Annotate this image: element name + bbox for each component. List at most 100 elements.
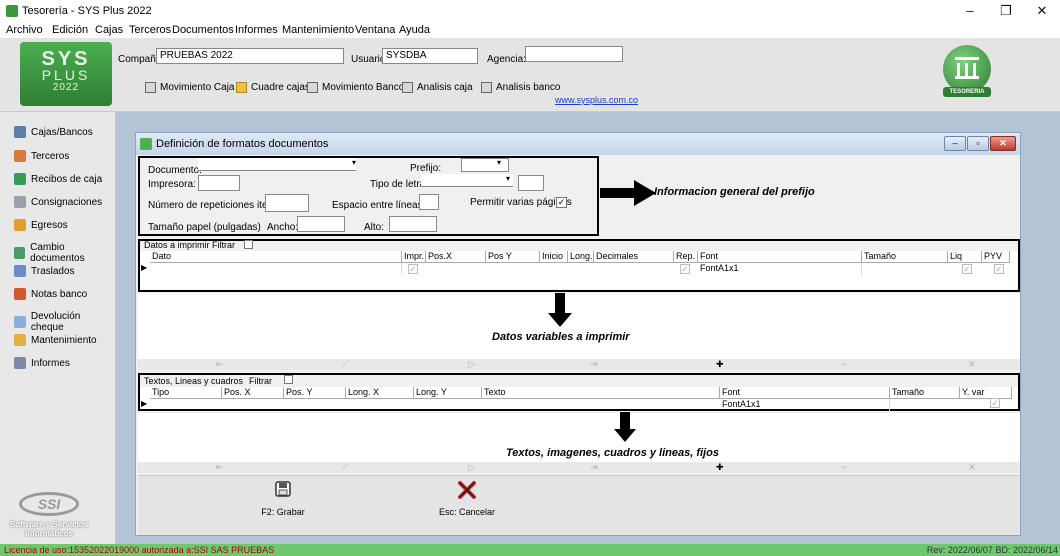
sidebar-item-notas-banco[interactable]: Notas banco bbox=[14, 288, 87, 300]
tipo-letra-select[interactable] bbox=[421, 174, 513, 187]
user-field[interactable]: SYSDBA bbox=[382, 48, 478, 64]
datos-row-dato[interactable] bbox=[150, 263, 402, 275]
formats-dialog: Definición de formatos documentos – ▫ ✕ … bbox=[135, 132, 1021, 536]
col-long-y: Long. Y bbox=[414, 387, 482, 399]
menu-archivo[interactable]: Archivo bbox=[6, 24, 43, 36]
nav-next-icon[interactable]: ▷ bbox=[468, 359, 475, 370]
dialog-close-button[interactable]: ✕ bbox=[990, 136, 1016, 151]
close-button[interactable]: ✕ bbox=[1024, 2, 1060, 20]
espacio-field[interactable] bbox=[419, 194, 439, 210]
menu-mantenimiento[interactable]: Mantenimiento bbox=[282, 24, 354, 36]
nav-last-icon[interactable]: ⇥ bbox=[590, 359, 598, 370]
menu-ayuda[interactable]: Ayuda bbox=[399, 24, 430, 36]
col-decimales: Decimales bbox=[594, 251, 674, 263]
nav-first-icon[interactable]: ⇤ bbox=[216, 462, 224, 473]
bank-icon bbox=[481, 82, 492, 93]
col-font: Font bbox=[698, 251, 862, 263]
arrow-down-icon bbox=[548, 293, 572, 327]
datos-row-liq-checkbox[interactable]: ✓ bbox=[962, 264, 972, 274]
font-size-field[interactable] bbox=[518, 175, 544, 191]
row-pointer-icon: ▶ bbox=[141, 263, 148, 272]
dialog-minimize-button[interactable]: – bbox=[944, 136, 966, 151]
repeticiones-field[interactable] bbox=[265, 194, 309, 212]
sidebar-item-mantenimiento[interactable]: Mantenimiento bbox=[14, 334, 97, 346]
prefijo-select[interactable] bbox=[461, 158, 509, 172]
dialog-title: Definición de formatos documentos bbox=[156, 138, 329, 150]
cash-icon bbox=[14, 126, 26, 138]
col-dato: Dato bbox=[150, 251, 402, 263]
datos-row-font[interactable]: FontA1x1 bbox=[698, 263, 862, 275]
transfer-icon bbox=[14, 265, 26, 277]
menu-terceros[interactable]: Terceros bbox=[129, 24, 171, 36]
datos-nav-strip: ⇤ ⟋ ▷ ⇥ ✚ ⌐ ✕ bbox=[138, 359, 1020, 370]
sidebar-item-egresos[interactable]: Egresos bbox=[14, 219, 68, 231]
annot-textos: Textos, imagenes, cuadros y lineas, fijo… bbox=[506, 447, 719, 459]
chevron-down-icon: ▾ bbox=[352, 158, 357, 167]
minimize-button[interactable]: – bbox=[952, 2, 988, 20]
sidebar-item-cambio-documentos[interactable]: Cambio documentos bbox=[14, 242, 115, 264]
textos-filter-checkbox[interactable] bbox=[284, 375, 293, 384]
nav-prev-icon[interactable]: ⟋ bbox=[342, 359, 348, 370]
chevron-down-icon: ▾ bbox=[497, 158, 502, 167]
dialog-restore-button[interactable]: ▫ bbox=[967, 136, 989, 151]
sidebar-item-terceros[interactable]: Terceros bbox=[14, 150, 69, 162]
nav-add-icon[interactable]: ✚ bbox=[716, 359, 724, 370]
datos-row-impr-checkbox[interactable]: ✓ bbox=[408, 264, 418, 274]
varias-paginas-checkbox[interactable]: ✓ bbox=[556, 197, 567, 208]
menu-edicion[interactable]: Edición bbox=[52, 24, 88, 36]
nav-delete-icon[interactable]: ✕ bbox=[968, 359, 976, 370]
datos-row-rep-checkbox[interactable]: ✓ bbox=[680, 264, 690, 274]
restore-button[interactable]: ❐ bbox=[988, 2, 1024, 20]
dialog-title-bar: Definición de formatos documentos – ▫ ✕ bbox=[136, 133, 1020, 155]
menu-bar: Archivo Edición Cajas Terceros Documento… bbox=[0, 22, 1060, 38]
nav-edit-icon[interactable]: ⌐ bbox=[842, 462, 847, 472]
nav-last-icon[interactable]: ⇥ bbox=[590, 462, 598, 473]
datos-filter-checkbox[interactable] bbox=[244, 240, 253, 249]
chevron-down-icon: ▾ bbox=[506, 174, 511, 183]
menu-cajas[interactable]: Cajas bbox=[95, 24, 123, 36]
menu-ventana[interactable]: Ventana bbox=[355, 24, 395, 36]
agency-field[interactable] bbox=[525, 46, 623, 62]
bank-icon bbox=[402, 82, 413, 93]
nav-delete-icon[interactable]: ✕ bbox=[968, 462, 976, 473]
sidebar-item-traslados[interactable]: Traslados bbox=[14, 265, 75, 277]
ancho-field[interactable] bbox=[297, 216, 345, 232]
alto-field[interactable] bbox=[389, 216, 437, 232]
datos-filter-label: Filtrar bbox=[212, 240, 235, 250]
printer-icon bbox=[14, 357, 26, 369]
website-link[interactable]: www.sysplus.com.co bbox=[555, 95, 638, 105]
sidebar-item-cajas-bancos[interactable]: Cajas/Bancos bbox=[14, 126, 93, 138]
cancel-button[interactable]: Esc: Cancelar bbox=[422, 480, 512, 517]
menu-documentos[interactable]: Documentos bbox=[172, 24, 234, 36]
col-tipo: Tipo bbox=[150, 387, 222, 399]
col-font: Font bbox=[720, 387, 890, 399]
analisis-banco-button[interactable]: Analisis banco bbox=[481, 82, 560, 93]
company-field[interactable]: PRUEBAS 2022 bbox=[156, 48, 344, 64]
menu-informes[interactable]: Informes bbox=[235, 24, 278, 36]
movimiento-banco-button[interactable]: Movimiento Banco bbox=[307, 82, 404, 93]
sidebar-item-informes[interactable]: Informes bbox=[14, 357, 70, 369]
textos-row-yvar-checkbox[interactable]: ✓ bbox=[990, 398, 1000, 408]
nav-next-icon[interactable]: ▷ bbox=[468, 462, 475, 473]
sidebar-item-recibos[interactable]: Recibos de caja bbox=[14, 173, 102, 185]
sidebar-item-consignaciones[interactable]: Consignaciones bbox=[14, 196, 102, 208]
save-button[interactable]: F2: Grabar bbox=[238, 480, 328, 517]
sidebar-item-devolucion-cheque[interactable]: Devolución cheque bbox=[14, 311, 115, 333]
receipt-icon bbox=[14, 173, 26, 185]
cuadre-cajas-button[interactable]: Cuadre cajas bbox=[236, 82, 310, 93]
nav-edit-icon[interactable]: ⌐ bbox=[842, 359, 847, 369]
textos-row-font[interactable]: FontA1x1 bbox=[720, 399, 890, 411]
impresora-field[interactable] bbox=[198, 175, 240, 191]
nav-prev-icon[interactable]: ⟋ bbox=[342, 462, 348, 473]
col-inicio: Inicio bbox=[540, 251, 568, 263]
ssi-logo: SSI Software y Servicios Informáticos bbox=[4, 492, 94, 538]
documento-select[interactable] bbox=[198, 158, 356, 171]
analisis-caja-button[interactable]: Analisis caja bbox=[402, 82, 473, 93]
sidebar: Cajas/Bancos Terceros Recibos de caja Co… bbox=[0, 112, 116, 544]
nav-first-icon[interactable]: ⇤ bbox=[216, 359, 224, 370]
col-rep: Rep. bbox=[674, 251, 698, 263]
nav-add-icon[interactable]: ✚ bbox=[716, 462, 724, 473]
movimiento-caja-button[interactable]: Movimiento Caja bbox=[145, 82, 234, 93]
datos-row-pyv-checkbox[interactable]: ✓ bbox=[994, 264, 1004, 274]
papel-label: Tamaño papel (pulgadas) bbox=[148, 222, 261, 233]
